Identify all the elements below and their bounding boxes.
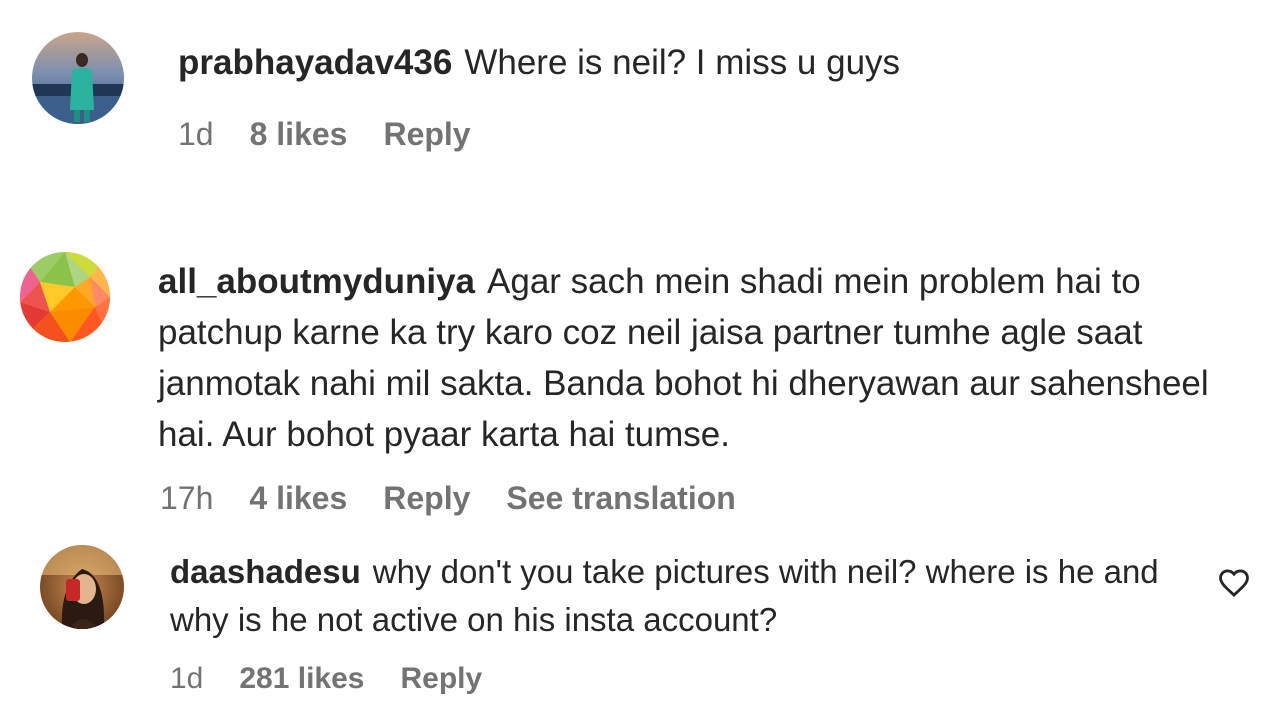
- heart-outline-icon[interactable]: [1217, 566, 1251, 600]
- comment-likes[interactable]: 281 likes: [239, 662, 364, 696]
- comment-time[interactable]: 1d: [178, 116, 214, 153]
- comment-meta: 1d 281 likes Reply: [170, 662, 518, 696]
- comment-likes[interactable]: 4 likes: [249, 480, 347, 517]
- comment-username[interactable]: prabhayadav436: [178, 43, 452, 82]
- comment-time[interactable]: 1d: [170, 662, 203, 696]
- comment-text: all_aboutmyduniya Agar sach mein shadi me…: [158, 256, 1258, 460]
- avatar[interactable]: [40, 545, 124, 629]
- comment-username[interactable]: daashadesu: [170, 553, 361, 590]
- comment-username[interactable]: all_aboutmyduniya: [158, 262, 475, 301]
- comment-text: prabhayadav436 Where is neil? I miss u gu…: [178, 37, 1238, 88]
- reply-button[interactable]: Reply: [401, 662, 483, 696]
- comment-text: daashadesu why don't you take pictures wi…: [170, 548, 1200, 644]
- comment-body: Where is neil? I miss u guys: [464, 43, 901, 82]
- comment-likes[interactable]: 8 likes: [250, 116, 348, 153]
- reply-button[interactable]: Reply: [383, 116, 470, 153]
- reply-button[interactable]: Reply: [383, 480, 470, 517]
- comment-meta: 1d 8 likes Reply: [178, 116, 507, 153]
- comment-time[interactable]: 17h: [160, 480, 213, 517]
- see-translation-button[interactable]: See translation: [506, 480, 735, 517]
- comment-meta: 17h 4 likes Reply See translation: [160, 480, 772, 517]
- avatar-image: [40, 545, 124, 629]
- avatar[interactable]: [32, 32, 124, 124]
- avatar-image: [20, 252, 110, 342]
- avatar-image: [32, 32, 124, 124]
- avatar[interactable]: [20, 252, 110, 342]
